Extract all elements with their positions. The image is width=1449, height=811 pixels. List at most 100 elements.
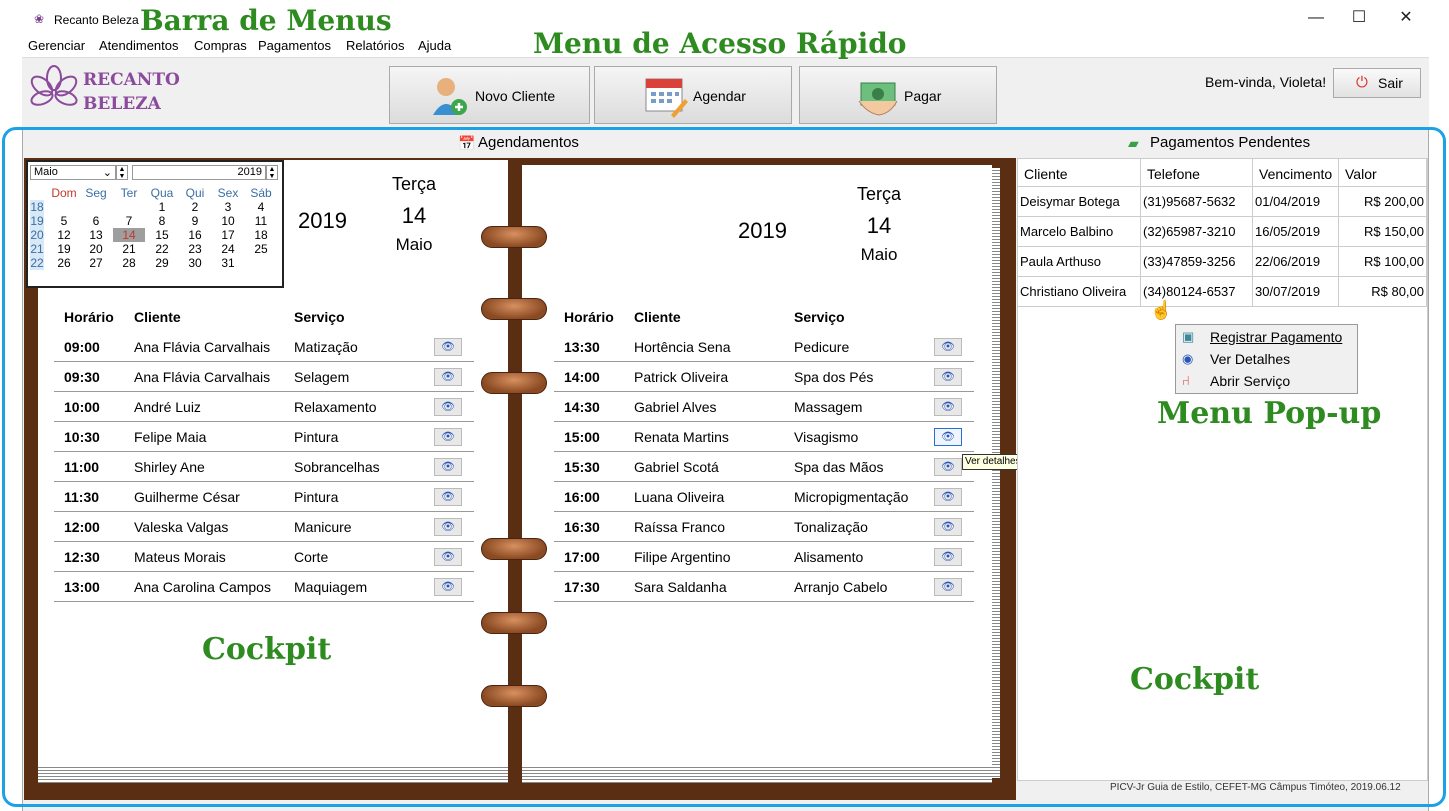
calendar-day[interactable]: 1	[146, 200, 178, 214]
annotation-barra-menus: Barra de Menus	[140, 4, 392, 37]
calendar-day[interactable]: 18	[245, 228, 277, 242]
calendar-day[interactable]: 22	[146, 242, 178, 256]
calendar-day[interactable]: 6	[80, 214, 112, 228]
view-details-button[interactable]: 👁	[934, 368, 962, 386]
view-details-button[interactable]: 👁	[934, 428, 962, 446]
agendar-button[interactable]: Agendar	[594, 66, 792, 124]
view-details-button[interactable]: 👁	[934, 338, 962, 356]
payments-column-header[interactable]: Cliente	[1018, 159, 1141, 187]
calendar-day[interactable]: 5	[48, 214, 80, 228]
view-details-button[interactable]: 👁	[434, 548, 462, 566]
calendar-day[interactable]: 28	[113, 256, 145, 270]
payments-cell[interactable]: R$ 150,00	[1339, 217, 1427, 247]
calendar-day[interactable]: 24	[212, 242, 244, 256]
appointment-client: Mateus Morais	[134, 549, 226, 565]
calendar-day[interactable]: 30	[179, 256, 211, 270]
view-details-button[interactable]: 👁	[934, 578, 962, 596]
popup-ver-detalhes[interactable]: Ver Detalhes	[1210, 351, 1290, 367]
calendar-day[interactable]: 9	[179, 214, 211, 228]
calendar-day[interactable]: 14	[113, 228, 145, 242]
month-select[interactable]: Maio ⌄	[30, 165, 116, 180]
view-details-button[interactable]: 👁	[434, 488, 462, 506]
view-details-button[interactable]: 👁	[434, 578, 462, 596]
calendar-day[interactable]: 23	[179, 242, 211, 256]
payments-column-header[interactable]: Telefone	[1141, 159, 1253, 187]
calendar-day[interactable]: 21	[113, 242, 145, 256]
view-details-button[interactable]: 👁	[434, 368, 462, 386]
calendar-day[interactable]: 26	[48, 256, 80, 270]
left-day: 14	[401, 203, 427, 228]
minimize-button[interactable]: —	[1306, 8, 1326, 28]
menu-compras[interactable]: Compras	[194, 38, 247, 53]
calendar-day[interactable]: 10	[212, 214, 244, 228]
payments-cell[interactable]: Paula Arthuso	[1018, 247, 1141, 277]
payments-cell[interactable]: 16/05/2019	[1253, 217, 1339, 247]
calendar-day[interactable]: 25	[245, 242, 277, 256]
calendar-day[interactable]: 19	[48, 242, 80, 256]
calendar-day[interactable]: 7	[113, 214, 145, 228]
view-details-button[interactable]: 👁	[434, 458, 462, 476]
payments-column-header[interactable]: Valor	[1339, 159, 1427, 187]
right-header-servico: Serviço	[794, 309, 845, 325]
month-spinner[interactable]: ▲ ▼	[116, 165, 128, 180]
view-details-button[interactable]: 👁	[934, 458, 962, 476]
appointment-time: 12:30	[64, 549, 100, 565]
view-details-button[interactable]: 👁	[934, 518, 962, 536]
maximize-button[interactable]: ☐	[1349, 8, 1369, 28]
appointment-service: Sobrancelhas	[294, 459, 380, 475]
payments-cell[interactable]: Marcelo Balbino	[1018, 217, 1141, 247]
calendar-day[interactable]: 31	[212, 256, 244, 270]
payments-cell[interactable]: R$ 200,00	[1339, 187, 1427, 217]
view-details-button[interactable]: 👁	[434, 398, 462, 416]
menu-atendimentos[interactable]: Atendimentos	[99, 38, 179, 53]
close-button[interactable]: ✕	[1396, 8, 1416, 28]
calendar-day[interactable]: 3	[212, 200, 244, 214]
payments-cell[interactable]: Christiano Oliveira	[1018, 277, 1141, 307]
payments-cell[interactable]: R$ 80,00	[1339, 277, 1427, 307]
payments-cell[interactable]: R$ 100,00	[1339, 247, 1427, 277]
payments-cell[interactable]: (32)65987-3210	[1141, 217, 1253, 247]
chair-icon: ⑁	[1182, 373, 1190, 388]
agendamentos-header: Agendamentos	[478, 134, 579, 151]
popup-abrir-servico[interactable]: Abrir Serviço	[1210, 373, 1290, 389]
calendar-small-icon: 📅	[458, 135, 476, 151]
year-spinner[interactable]: ▲ ▼	[266, 165, 278, 180]
calendar-day[interactable]: 17	[212, 228, 244, 242]
calendar-day[interactable]: 12	[48, 228, 80, 242]
view-details-button[interactable]: 👁	[434, 428, 462, 446]
view-details-button[interactable]: 👁	[934, 548, 962, 566]
calendar-day[interactable]: 29	[146, 256, 178, 270]
appointment-service: Pintura	[294, 489, 339, 505]
calendar-day[interactable]: 16	[179, 228, 211, 242]
menu-ajuda[interactable]: Ajuda	[418, 38, 451, 53]
pagar-button[interactable]: Pagar	[799, 66, 997, 124]
payments-cell[interactable]: (31)95687-5632	[1141, 187, 1253, 217]
view-details-button[interactable]: 👁	[434, 518, 462, 536]
payments-column-header[interactable]: Vencimento	[1253, 159, 1339, 187]
menu-relatorios[interactable]: Relatórios	[346, 38, 405, 53]
view-details-button[interactable]: 👁	[934, 398, 962, 416]
appointment-time: 10:30	[64, 429, 100, 445]
sair-button[interactable]: ⏻ Sair	[1333, 68, 1421, 98]
calendar-day[interactable]: 8	[146, 214, 178, 228]
calendar-day[interactable]: 11	[245, 214, 277, 228]
calendar-day[interactable]: 15	[146, 228, 178, 242]
payments-cell[interactable]: (33)47859-3256	[1141, 247, 1253, 277]
calendar-day[interactable]: 27	[80, 256, 112, 270]
payments-cell[interactable]: 30/07/2019	[1253, 277, 1339, 307]
menu-pagamentos[interactable]: Pagamentos	[258, 38, 331, 53]
popup-registrar-pagamento[interactable]: Registrar Pagamento	[1210, 329, 1342, 345]
view-details-button[interactable]: 👁	[934, 488, 962, 506]
menu-gerenciar[interactable]: Gerenciar	[28, 38, 85, 53]
view-details-button[interactable]: 👁	[434, 338, 462, 356]
appointment-row: 15:00 Renata Martins Visagismo 👁	[554, 422, 974, 452]
calendar-day[interactable]: 13	[80, 228, 112, 242]
payments-cell[interactable]: 01/04/2019	[1253, 187, 1339, 217]
calendar-day[interactable]: 4	[245, 200, 277, 214]
payments-cell[interactable]: 22/06/2019	[1253, 247, 1339, 277]
novo-cliente-button[interactable]: Novo Cliente	[389, 66, 590, 124]
calendar-day[interactable]: 2	[179, 200, 211, 214]
year-field[interactable]: 2019	[132, 165, 266, 180]
payments-cell[interactable]: Deisymar Botega	[1018, 187, 1141, 217]
calendar-day[interactable]: 20	[80, 242, 112, 256]
